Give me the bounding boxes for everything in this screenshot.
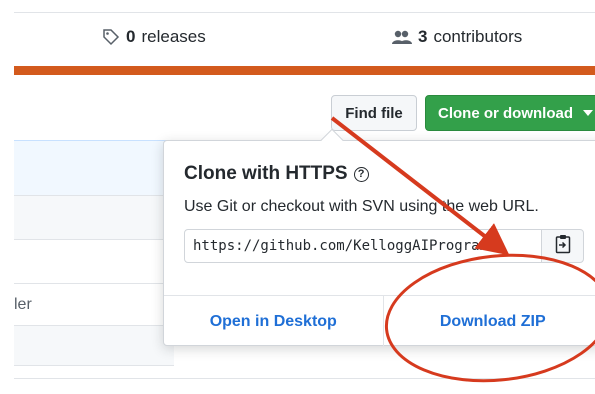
contributors-label: contributors — [433, 27, 523, 46]
repo-stats-bar: 0 releases 3 contributors — [14, 12, 595, 66]
people-icon — [392, 29, 412, 45]
file-row[interactable] — [14, 196, 174, 240]
clone-url-group — [184, 229, 584, 263]
download-zip-link[interactable]: Download ZIP — [384, 296, 595, 347]
contributors-link[interactable]: 3 contributors — [392, 27, 522, 47]
file-row[interactable]: ler — [14, 284, 174, 326]
find-file-button[interactable]: Find file — [331, 95, 417, 131]
file-name-partial[interactable]: ler — [14, 296, 32, 314]
divider — [14, 378, 595, 379]
open-in-desktop-link[interactable]: Open in Desktop — [164, 296, 384, 347]
popover-arrow — [320, 128, 344, 152]
file-row[interactable] — [14, 326, 174, 366]
clone-url-input[interactable] — [184, 229, 542, 263]
popover-title-text: Clone with HTTPS — [184, 163, 348, 184]
file-row[interactable] — [14, 240, 174, 284]
contributors-count: 3 — [418, 27, 428, 46]
popover-title: Clone with HTTPS ? — [184, 163, 369, 185]
copy-url-button[interactable] — [541, 229, 584, 263]
clone-or-download-button[interactable]: Clone or download — [425, 95, 595, 131]
releases-count: 0 — [126, 27, 136, 46]
releases-link[interactable]: 0 releases — [102, 27, 206, 47]
clone-popover: Clone with HTTPS ? Use Git or checkout w… — [163, 128, 595, 347]
commit-info-row — [14, 140, 174, 196]
popover-description: Use Git or checkout with SVN using the w… — [184, 198, 539, 215]
tag-icon — [102, 28, 120, 46]
caret-down-icon — [583, 110, 593, 116]
releases-label: releases — [141, 27, 206, 46]
popover-footer: Open in Desktop Download ZIP — [164, 295, 595, 347]
question-circle-icon[interactable]: ? — [353, 166, 369, 182]
clone-or-download-label: Clone or download — [438, 104, 573, 122]
language-bar[interactable] — [14, 66, 595, 75]
clipboard-icon — [555, 234, 571, 259]
